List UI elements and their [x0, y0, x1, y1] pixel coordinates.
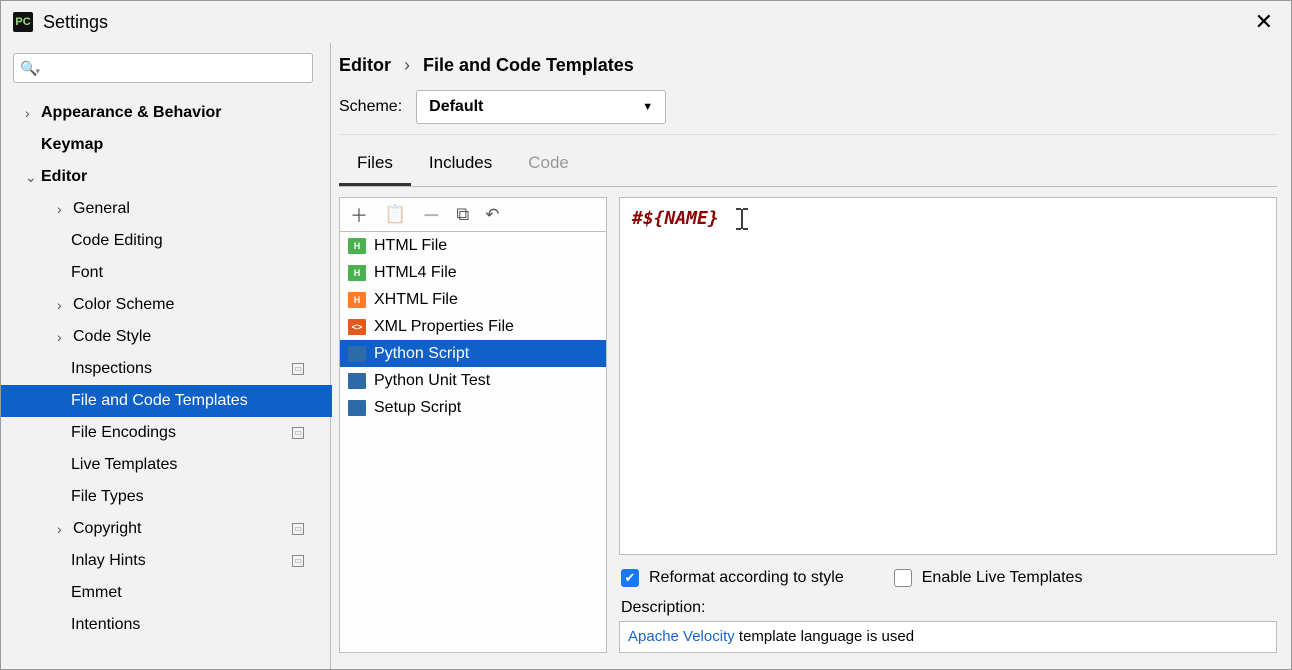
template-item-python-unit-test[interactable]: Python Unit Test [340, 367, 606, 394]
copy-template-icon[interactable]: 📋 [384, 204, 406, 225]
description-rest: template language is used [735, 628, 914, 645]
template-item-html4[interactable]: HHTML4 File [340, 259, 606, 286]
breadcrumb-parent[interactable]: Editor [339, 55, 391, 75]
description-box: Apache Velocity template language is use… [619, 621, 1277, 653]
tree-code-editing[interactable]: Code Editing [13, 225, 322, 257]
scope-badge-icon: ▭ [292, 363, 304, 375]
window-title: Settings [43, 12, 108, 33]
scope-badge-icon: ▭ [292, 523, 304, 535]
editor-pane: #${NAME} ✔ Reformat according to style E… [619, 197, 1277, 653]
template-item-xhtml[interactable]: HXHTML File [340, 286, 606, 313]
chevron-right-icon: › [404, 55, 410, 75]
tab-includes[interactable]: Includes [411, 145, 510, 186]
panes: ＋ 📋 － ⧉ ↶ HHTML File HHTML4 File HXHTML … [339, 197, 1277, 653]
template-editor[interactable]: #${NAME} [619, 197, 1277, 555]
tree-general[interactable]: ›General [13, 193, 322, 225]
template-item-xml-properties[interactable]: <>XML Properties File [340, 313, 606, 340]
tree-font[interactable]: Font [13, 257, 322, 289]
copy-icon[interactable]: ⧉ [456, 204, 469, 225]
remove-icon[interactable]: － [422, 202, 440, 228]
chevron-down-icon: ▾ [35, 66, 40, 77]
undo-icon[interactable]: ↶ [485, 205, 499, 225]
scheme-select[interactable]: Default ▼ [416, 90, 666, 124]
search-input[interactable]: 🔍 ▾ [13, 53, 313, 83]
description-label: Description: [621, 599, 1277, 617]
tree-live-templates[interactable]: Live Templates [13, 449, 322, 481]
template-list: HHTML File HHTML4 File HXHTML File <>XML… [340, 232, 606, 421]
sidebar: 🔍 ▾ ›Appearance & Behavior Keymap ⌄Edito… [1, 43, 331, 669]
tab-files[interactable]: Files [339, 145, 411, 186]
tree-copyright[interactable]: ›Copyright▭ [13, 513, 322, 545]
tree-inlay-hints[interactable]: Inlay Hints▭ [13, 545, 322, 577]
settings-window: PC Settings ✕ 🔍 ▾ ›Appearance & Behavior… [0, 0, 1292, 670]
text-cursor-icon [735, 208, 749, 230]
tree-appearance[interactable]: ›Appearance & Behavior [13, 97, 322, 129]
tree-code-style[interactable]: ›Code Style [13, 321, 322, 353]
chevron-down-icon: ▼ [642, 101, 653, 113]
xhtml-file-icon: H [348, 292, 366, 308]
python-file-icon [348, 400, 366, 416]
template-item-python-script[interactable]: Python Script [340, 340, 606, 367]
apache-velocity-link[interactable]: Apache Velocity [628, 628, 735, 645]
tree-file-code-templates[interactable]: File and Code Templates [1, 385, 332, 417]
titlebar: PC Settings ✕ [1, 1, 1291, 43]
tree-editor[interactable]: ⌄Editor [13, 161, 322, 193]
editor-content: #${NAME} [632, 208, 719, 229]
breadcrumb: Editor › File and Code Templates [339, 55, 1277, 76]
add-icon[interactable]: ＋ [350, 202, 368, 228]
tree-keymap[interactable]: Keymap [13, 129, 322, 161]
template-list-pane: ＋ 📋 － ⧉ ↶ HHTML File HHTML4 File HXHTML … [339, 197, 607, 653]
reformat-checkbox[interactable]: ✔ Reformat according to style [621, 569, 844, 587]
main-panel: Editor › File and Code Templates Scheme:… [331, 43, 1291, 669]
python-file-icon [348, 346, 366, 362]
tree-file-encodings[interactable]: File Encodings▭ [13, 417, 322, 449]
checkbox-checked-icon: ✔ [621, 569, 639, 587]
tab-code[interactable]: Code [510, 145, 587, 186]
scheme-value: Default [429, 98, 483, 116]
tree-intentions[interactable]: Intentions [13, 609, 322, 641]
app-icon: PC [13, 12, 33, 32]
breadcrumb-current: File and Code Templates [423, 55, 634, 75]
body: 🔍 ▾ ›Appearance & Behavior Keymap ⌄Edito… [1, 43, 1291, 669]
settings-tree: ›Appearance & Behavior Keymap ⌄Editor ›G… [13, 97, 322, 641]
template-tabs: Files Includes Code [339, 145, 1277, 187]
scheme-row: Scheme: Default ▼ [339, 90, 1277, 135]
scope-badge-icon: ▭ [292, 555, 304, 567]
template-item-setup-script[interactable]: Setup Script [340, 394, 606, 421]
scheme-label: Scheme: [339, 98, 402, 116]
python-file-icon [348, 373, 366, 389]
tree-color-scheme[interactable]: ›Color Scheme [13, 289, 322, 321]
checkbox-unchecked-icon [894, 569, 912, 587]
close-icon[interactable]: ✕ [1249, 9, 1279, 35]
tree-emmet[interactable]: Emmet [13, 577, 322, 609]
template-toolbar: ＋ 📋 － ⧉ ↶ [340, 198, 606, 232]
tree-file-types[interactable]: File Types [13, 481, 322, 513]
options-row: ✔ Reformat according to style Enable Liv… [621, 569, 1277, 587]
tree-inspections[interactable]: Inspections▭ [13, 353, 322, 385]
html-file-icon: H [348, 265, 366, 281]
template-item-html[interactable]: HHTML File [340, 232, 606, 259]
xml-file-icon: <> [348, 319, 366, 335]
scope-badge-icon: ▭ [292, 427, 304, 439]
enable-live-templates-checkbox[interactable]: Enable Live Templates [894, 569, 1083, 587]
html-file-icon: H [348, 238, 366, 254]
